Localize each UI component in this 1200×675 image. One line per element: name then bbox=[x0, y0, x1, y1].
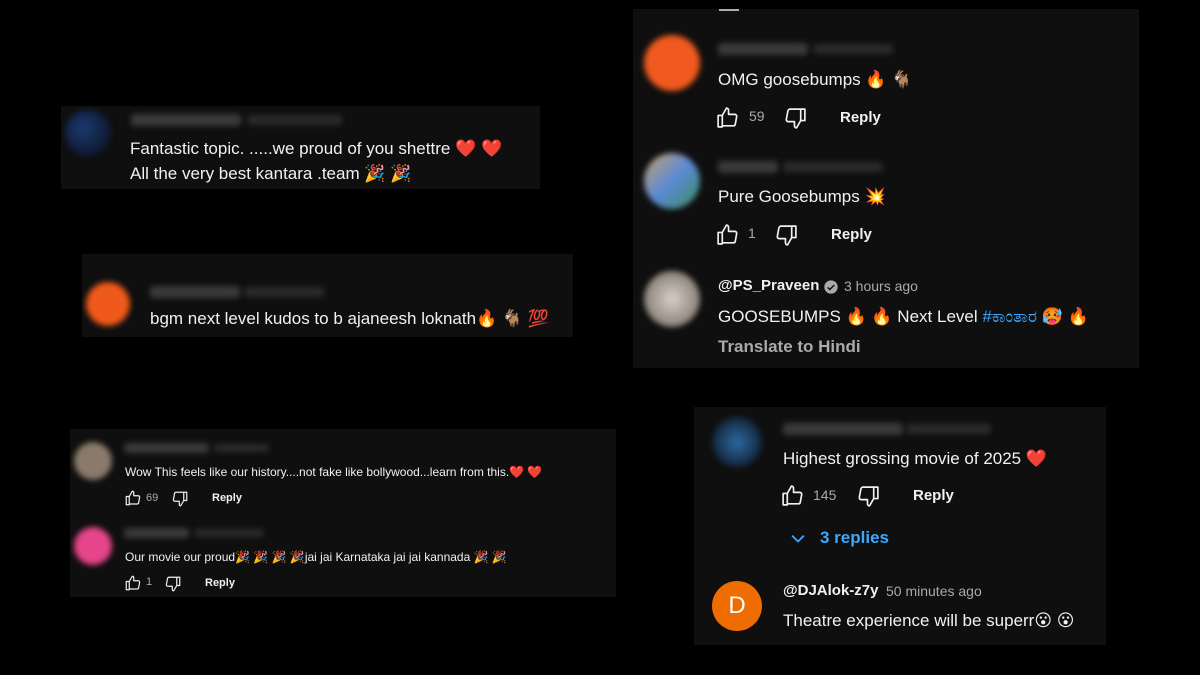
comment-text: Highest grossing movie of 2025 ❤️ bbox=[783, 449, 1048, 468]
username-blurred bbox=[783, 423, 903, 435]
timestamp-blurred bbox=[244, 287, 324, 297]
avatar[interactable] bbox=[86, 282, 130, 326]
timestamp-blurred bbox=[247, 115, 342, 125]
chevron-down-icon[interactable] bbox=[788, 529, 808, 549]
view-replies-button[interactable]: 3 replies bbox=[820, 528, 889, 548]
comment-text-prefix: GOOSEBUMPS 🔥 🔥 Next Level bbox=[718, 307, 983, 326]
username-blurred bbox=[718, 43, 808, 55]
like-icon[interactable] bbox=[715, 222, 740, 247]
reply-button[interactable]: Reply bbox=[212, 492, 242, 504]
comment-text-suffix: 🥵 🔥 bbox=[1037, 307, 1089, 326]
comment-card-3: Wow This feels like our history....not f… bbox=[70, 429, 616, 597]
reply-button[interactable]: Reply bbox=[913, 487, 954, 504]
comment-timestamp[interactable]: 3 hours ago bbox=[844, 278, 918, 294]
reply-button[interactable]: Reply bbox=[840, 109, 881, 126]
reply-button[interactable]: Reply bbox=[831, 226, 872, 243]
cropped-top-edge bbox=[719, 9, 739, 11]
like-count: 59 bbox=[749, 108, 765, 124]
like-count: 1 bbox=[748, 225, 756, 241]
comment-card-5: Highest grossing movie of 2025 ❤️ 145 Re… bbox=[694, 407, 1106, 645]
comment-author[interactable]: @PS_Praveen bbox=[718, 277, 819, 294]
dislike-icon[interactable] bbox=[774, 223, 799, 248]
comment-text: GOOSEBUMPS 🔥 🔥 Next Level #ಕಾಂತಾರ 🥵 🔥 bbox=[718, 307, 1089, 327]
comment-text: Our movie our proud🎉 🎉 🎉 🎉jai jai Karnat… bbox=[125, 550, 507, 564]
like-count: 145 bbox=[813, 487, 837, 503]
verified-icon bbox=[823, 279, 839, 295]
like-count: 69 bbox=[146, 492, 159, 504]
avatar[interactable] bbox=[644, 153, 700, 209]
like-icon[interactable] bbox=[124, 489, 142, 507]
comment-text: bgm next level kudos to b ajaneesh lokna… bbox=[150, 309, 549, 328]
like-icon[interactable] bbox=[780, 483, 805, 508]
timestamp-blurred bbox=[214, 444, 269, 452]
comment-card-2: bgm next level kudos to b ajaneesh lokna… bbox=[82, 254, 573, 337]
comment-text-line-1: Fantastic topic. .....we proud of you sh… bbox=[130, 139, 503, 158]
comment-card-1: Fantastic topic. .....we proud of you sh… bbox=[61, 106, 540, 189]
comment-text: Pure Goosebumps 💥 bbox=[718, 187, 886, 206]
dislike-icon[interactable] bbox=[783, 106, 808, 131]
reply-button[interactable]: Reply bbox=[205, 577, 235, 589]
username-blurred bbox=[124, 528, 189, 538]
username-blurred bbox=[131, 114, 241, 126]
hashtag-link[interactable]: #ಕಾಂತಾರ bbox=[982, 307, 1037, 326]
translate-link[interactable]: Translate to Hindi bbox=[718, 337, 861, 357]
timestamp-blurred bbox=[783, 162, 883, 172]
username-blurred bbox=[150, 286, 240, 298]
comment-text: OMG goosebumps 🔥 🐐 bbox=[718, 70, 913, 89]
avatar[interactable] bbox=[74, 442, 112, 480]
comment-card-4: OMG goosebumps 🔥 🐐 59 Reply Pure Goosebu… bbox=[633, 9, 1139, 368]
username-blurred bbox=[124, 443, 209, 453]
avatar-letter: D bbox=[728, 592, 746, 619]
avatar[interactable] bbox=[65, 110, 111, 156]
like-count: 1 bbox=[146, 576, 153, 588]
comment-author[interactable]: @DJAlok-z7y bbox=[783, 582, 879, 599]
comment-text: Wow This feels like our history....not f… bbox=[125, 465, 543, 479]
avatar[interactable] bbox=[644, 35, 700, 91]
comment-text: Theatre experience will be superr😮 😮 bbox=[783, 611, 1075, 630]
dislike-icon[interactable] bbox=[856, 484, 881, 509]
like-icon[interactable] bbox=[715, 105, 740, 130]
username-blurred bbox=[718, 161, 778, 173]
dislike-icon[interactable] bbox=[171, 490, 189, 508]
avatar[interactable] bbox=[644, 271, 700, 327]
comment-text-line-2: All the very best kantara .team 🎉 🎉 bbox=[130, 164, 412, 183]
avatar[interactable] bbox=[74, 527, 112, 565]
dislike-icon[interactable] bbox=[164, 575, 182, 593]
timestamp-blurred bbox=[194, 529, 264, 537]
timestamp-blurred bbox=[813, 44, 893, 54]
avatar[interactable] bbox=[712, 417, 762, 467]
comment-timestamp[interactable]: 50 minutes ago bbox=[886, 583, 982, 599]
avatar[interactable]: D bbox=[712, 581, 762, 631]
like-icon[interactable] bbox=[124, 574, 142, 592]
timestamp-blurred bbox=[906, 424, 991, 434]
